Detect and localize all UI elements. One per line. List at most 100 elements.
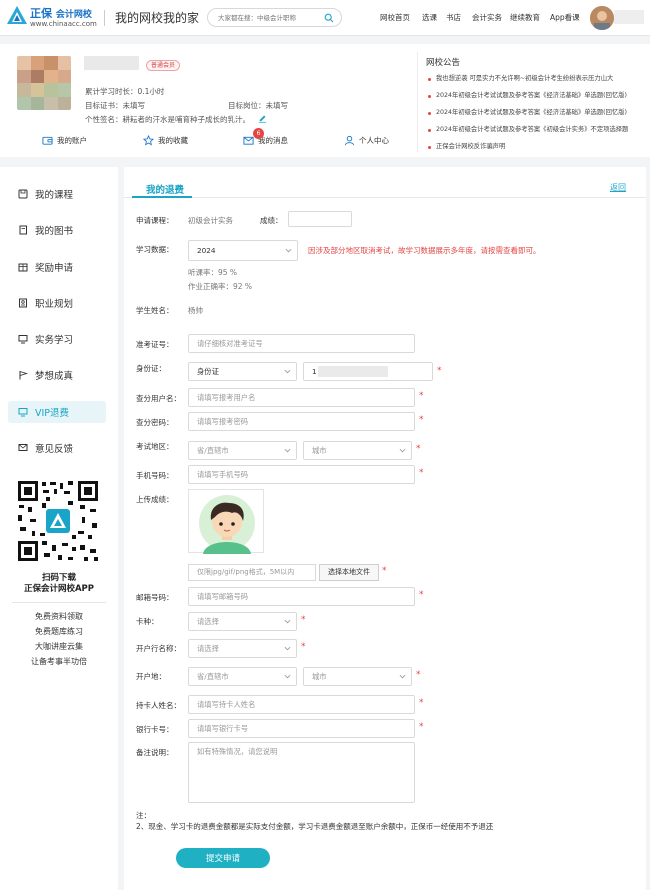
id-number-input[interactable]: 1	[303, 362, 433, 381]
qr-caption-line2: 正保会计网校APP	[23, 584, 95, 594]
tab-my-account[interactable]: 我的账户	[42, 135, 87, 146]
required-mark: *	[416, 444, 421, 454]
year-select[interactable]: 2024	[188, 240, 298, 261]
promo-exam-prep[interactable]: 让备考事半功倍	[0, 656, 118, 667]
card-holder-input[interactable]: 请填写持卡人姓名	[188, 695, 415, 714]
bank-city-select[interactable]: 城市	[303, 667, 412, 686]
card-number-input[interactable]: 请填写银行卡号	[188, 719, 415, 738]
sidebar-item-feedback[interactable]: 意见反馈	[8, 437, 106, 459]
member-badge: 普通会员	[146, 60, 181, 71]
logo-url: www.chinaacc.com	[30, 20, 97, 28]
back-link[interactable]: 返回	[610, 182, 626, 193]
username-blur	[614, 10, 644, 24]
tab-my-refund[interactable]: 我的退费	[146, 182, 184, 196]
submit-button[interactable]: 提交申请	[176, 848, 270, 868]
logo-icon[interactable]	[5, 4, 29, 28]
promo-free-questions[interactable]: 免费题库练习	[0, 626, 118, 637]
card-type-select[interactable]: 请选择	[188, 612, 297, 631]
qr-divider	[12, 602, 106, 603]
note-text: 2、现金、学习卡的退费金额都是实际支付金额，学习卡退费金额退至账户余额中，正保币…	[136, 822, 494, 831]
tab-my-messages[interactable]: 我的消息	[243, 135, 288, 146]
card-number-label: 银行卡号：	[136, 725, 174, 734]
required-mark: *	[419, 590, 424, 600]
tab-personal-center[interactable]: 个人中心	[344, 135, 389, 146]
tab-active-underline	[132, 196, 192, 198]
nav-courses[interactable]: 选课	[422, 12, 437, 23]
avatar-illustration-icon	[199, 495, 255, 554]
feedback-icon	[18, 444, 28, 451]
listen-rate: 听课率：95 %	[188, 268, 238, 277]
promo-expert-lectures[interactable]: 大咖讲座云集	[0, 641, 118, 652]
required-mark: *	[419, 415, 424, 425]
nav-continuing-education[interactable]: 继续教育	[510, 12, 540, 23]
mail-icon	[243, 136, 254, 145]
phone-input[interactable]: 请填写手机号码	[188, 465, 415, 484]
save-icon	[18, 189, 28, 199]
required-mark: *	[419, 722, 424, 732]
logo-name: 正保 会计网校	[30, 7, 92, 20]
exam-province-select[interactable]: 省/直辖市	[188, 441, 297, 460]
announcement-item[interactable]: 2024年初级会计考试试题及参考答案《经济法基础》单选题(回忆版)	[426, 89, 636, 106]
sidebar-item-my-books[interactable]: 我的图书	[8, 219, 106, 241]
profile-avatar[interactable]	[17, 56, 71, 110]
exam-city-select[interactable]: 城市	[303, 441, 412, 460]
profile-name-blur	[84, 56, 139, 70]
score-input[interactable]	[288, 211, 352, 227]
top-header: 正保 会计网校 www.chinaacc.com 我的网校我的家 网校首页 选课…	[0, 0, 650, 36]
user-avatar[interactable]	[590, 6, 614, 30]
exam-no-input[interactable]: 请仔细核对准考证号	[188, 334, 415, 353]
query-password-input[interactable]: 请填写报考密码	[188, 412, 415, 431]
sidebar-item-rewards[interactable]: 奖励申请	[8, 256, 106, 278]
sidebar-item-dream[interactable]: 梦想成真	[8, 364, 106, 386]
sidebar-item-my-courses[interactable]: 我的课程	[8, 183, 106, 205]
nav-app[interactable]: App看课	[550, 12, 580, 23]
nav-home[interactable]: 网校首页	[380, 12, 410, 23]
bank-province-select[interactable]: 省/直辖市	[188, 667, 297, 686]
chevron-down-icon	[285, 248, 292, 253]
required-mark: *	[419, 391, 424, 401]
required-mark: *	[301, 615, 306, 625]
announcement-item[interactable]: 我也想逆袭 可是实力不允许啊~初级会计考生纷纷表示压力山大	[426, 72, 636, 89]
book-icon	[19, 225, 27, 235]
search-icon[interactable]	[324, 13, 334, 23]
study-time: 累计学习时长：0.1小时	[85, 87, 165, 96]
announcement-item[interactable]: 正保会计网校反诈骗声明	[426, 140, 636, 157]
card-type-label: 卡种：	[136, 617, 159, 626]
sidebar-item-career-plan[interactable]: 职业规划	[8, 292, 106, 314]
search-input[interactable]	[218, 12, 318, 24]
id-type-select[interactable]: 身份证	[188, 362, 297, 381]
announcement-item[interactable]: 2024年初级会计考试试题及参考答案《经济法基础》单选题(回忆版)	[426, 106, 636, 123]
query-user-input[interactable]: 请填写报考用户名	[188, 388, 415, 407]
promo-free-materials[interactable]: 免费资料领取	[0, 611, 118, 622]
nav-accounting-practice[interactable]: 会计实务	[472, 12, 502, 23]
header-divider	[104, 10, 105, 26]
chevron-down-icon	[284, 448, 291, 453]
bank-name-select[interactable]: 请选择	[188, 639, 297, 658]
accuracy-rate: 作业正确率：92 %	[188, 282, 253, 291]
file-path-input[interactable]: 仅限jpg/gif/png格式，5M以内	[188, 564, 316, 581]
chevron-down-icon	[399, 448, 406, 453]
study-data-label: 学习数据：	[136, 245, 174, 254]
query-password-label: 查分密码：	[136, 418, 174, 427]
announcement-item[interactable]: 2024年初级会计考试试题及参考答案《初级会计实务》不定项选择题	[426, 123, 636, 140]
tab-my-favorites[interactable]: 我的收藏	[143, 135, 188, 146]
required-mark: *	[419, 698, 424, 708]
remark-textarea[interactable]: 如有特殊情况，请您说明	[188, 742, 415, 803]
chevron-down-icon	[399, 674, 406, 679]
chevron-down-icon	[284, 619, 291, 624]
search-box[interactable]	[207, 8, 342, 27]
email-input[interactable]: 请填写邮箱号码	[188, 587, 415, 606]
card-holder-label: 持卡人姓名：	[136, 701, 181, 710]
choose-file-button[interactable]: 选择本地文件	[319, 564, 379, 581]
id-number-blur	[318, 366, 388, 377]
student-name-value: 杨帅	[188, 306, 203, 315]
id-label: 身份证：	[136, 364, 166, 373]
chevron-down-icon	[284, 674, 291, 679]
edit-icon[interactable]	[258, 114, 267, 123]
nav-bookstore[interactable]: 书店	[446, 12, 461, 23]
sidebar-item-vip-refund[interactable]: VIP退费	[8, 401, 106, 423]
study-data-note: 因涉及部分地区取消考试，故学习数据展示多年度，请按需查看即可。	[308, 246, 541, 255]
uploaded-score-image[interactable]	[188, 489, 264, 554]
upload-label: 上传成绩：	[136, 495, 174, 504]
sidebar-item-practice-learning[interactable]: 实务学习	[8, 328, 106, 350]
